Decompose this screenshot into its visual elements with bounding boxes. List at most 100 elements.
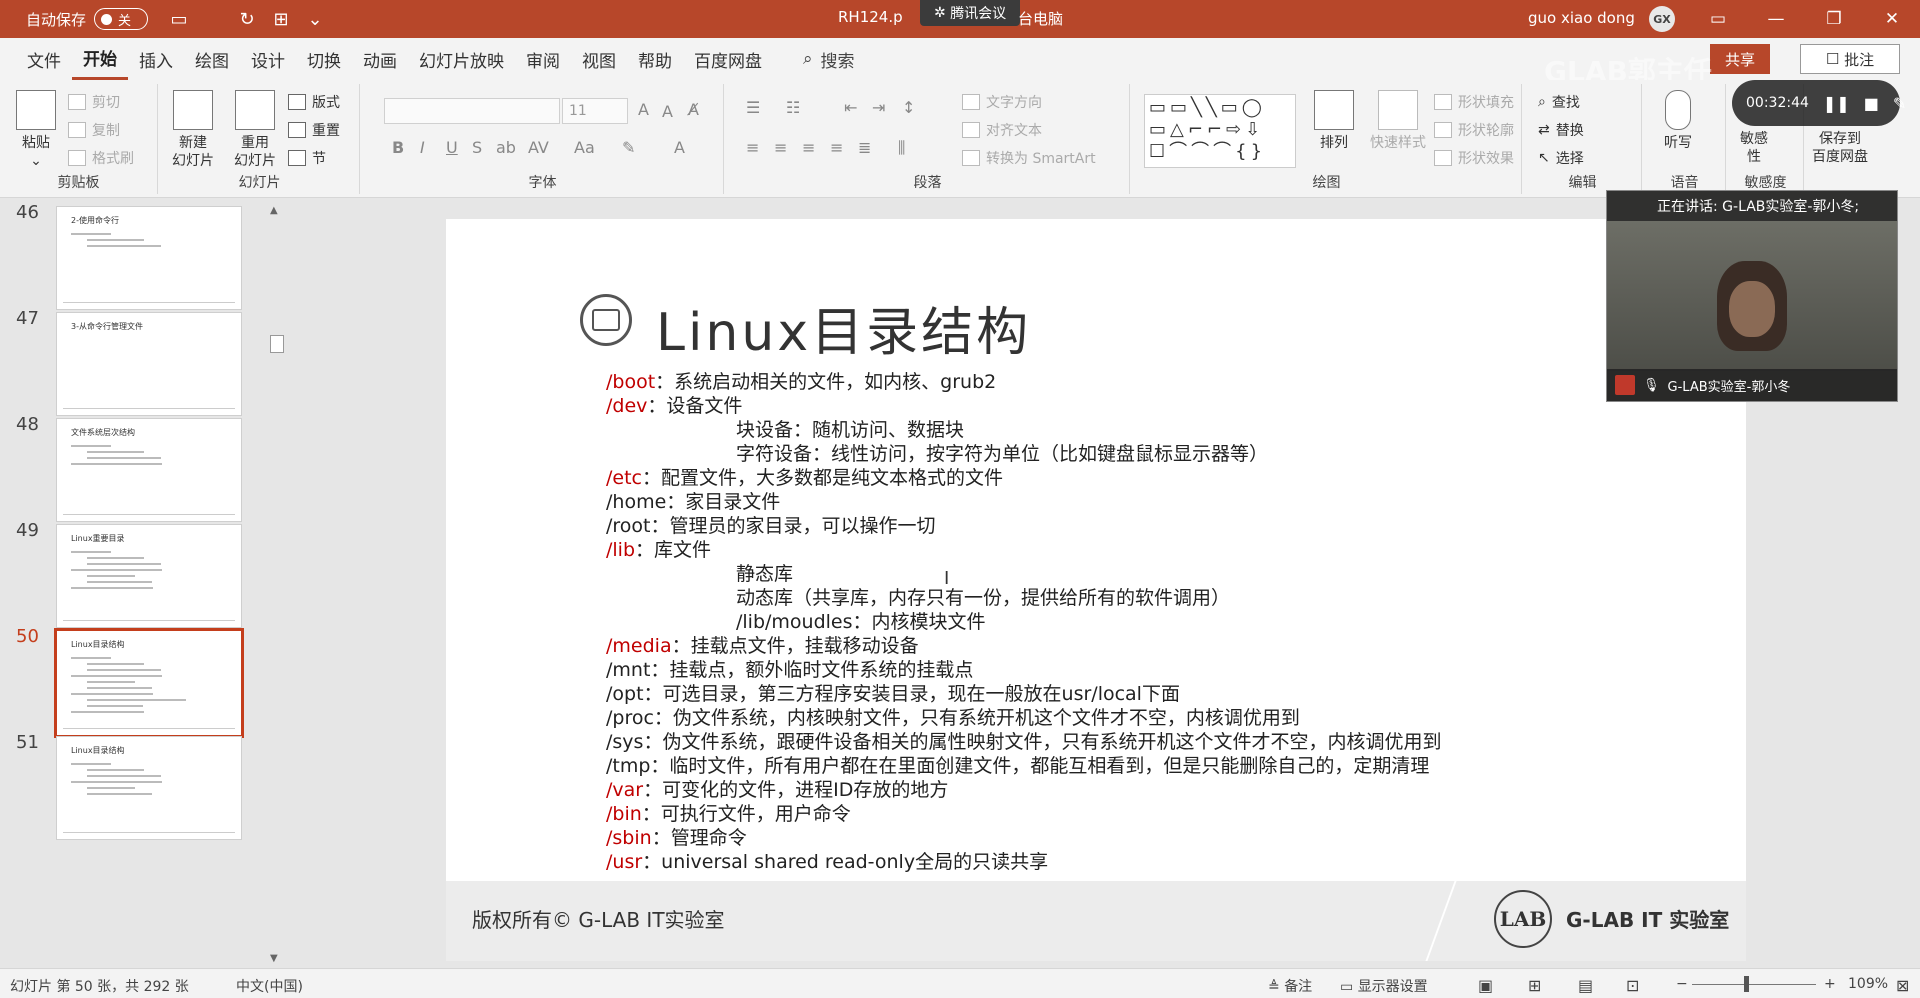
pen-icon[interactable]: ✎ — [1893, 94, 1906, 113]
redo-icon[interactable]: ↻ — [230, 4, 264, 34]
shape-effects-button[interactable]: 形状效果 — [1434, 148, 1514, 168]
new-slide-button[interactable]: 新建 幻灯片 — [172, 90, 214, 170]
slide-sorter-icon[interactable]: ⊞ — [1528, 976, 1541, 995]
replace-button[interactable]: ⇄ 替换 — [1538, 120, 1584, 140]
copy-button[interactable]: 复制 — [68, 120, 120, 140]
slide-thumbnail[interactable]: 文件系统层次结构 — [56, 418, 242, 522]
zoom-slider[interactable] — [1692, 984, 1816, 985]
pause-icon[interactable]: ❚❚ — [1823, 94, 1850, 113]
ribbon-display-icon[interactable]: ▭ — [1698, 4, 1738, 34]
tab-6[interactable]: 动画 — [352, 38, 408, 80]
meeting-popup[interactable]: ✲ 腾讯会议 — [920, 0, 1021, 26]
comment-button[interactable]: ☐ 批注 — [1800, 44, 1900, 74]
tab-0[interactable]: 文件 — [16, 38, 72, 80]
zoom-slider-thumb[interactable] — [1744, 976, 1749, 992]
italic-icon[interactable]: I — [420, 138, 425, 157]
reading-view-icon[interactable]: ▤ — [1578, 976, 1593, 995]
quick-styles-button[interactable]: 快速样式 — [1370, 90, 1426, 152]
close-icon[interactable]: ✕ — [1872, 4, 1912, 34]
zoom-in-icon[interactable]: + — [1824, 976, 1836, 992]
share-button[interactable]: 共享 — [1710, 44, 1770, 74]
justify-icon[interactable]: ≡ — [830, 138, 843, 157]
font-name-box[interactable] — [384, 98, 560, 124]
clear-format-icon[interactable]: A̸ — [688, 100, 699, 119]
tab-11[interactable]: 百度网盘 — [683, 38, 773, 80]
tab-9[interactable]: 视图 — [571, 38, 627, 80]
fit-to-window-icon[interactable]: ⊠ — [1896, 976, 1909, 995]
align-center-icon[interactable]: ≡ — [774, 138, 787, 157]
slide-content[interactable]: /boot：系统启动相关的文件，如内核、grub2/dev：设备文件 块设备：随机… — [606, 370, 1441, 874]
strikethrough-icon[interactable]: S — [472, 138, 482, 157]
customize-qat-icon[interactable]: ⌄ — [298, 4, 332, 34]
shrink-font-icon[interactable]: A — [662, 102, 673, 121]
text-direction-button[interactable]: 文字方向 — [962, 92, 1042, 112]
tab-2[interactable]: 插入 — [128, 38, 184, 80]
stop-icon[interactable]: ■ — [1864, 94, 1879, 113]
slide-thumbnail[interactable]: Linux目录结构 — [56, 736, 242, 840]
autosave-toggle[interactable]: 关 — [94, 8, 149, 30]
increase-indent-icon[interactable]: ⇥ — [872, 98, 885, 117]
user-avatar[interactable]: GX — [1649, 6, 1675, 32]
columns-icon[interactable]: ⫼ — [898, 138, 905, 158]
normal-view-icon[interactable]: ▣ — [1478, 976, 1493, 995]
layout-button[interactable]: 版式 — [288, 92, 340, 112]
tab-5[interactable]: 切换 — [296, 38, 352, 80]
numbering-icon[interactable]: ☷ — [786, 98, 800, 117]
scroll-down-icon[interactable]: ▼ — [270, 953, 278, 964]
notes-button[interactable]: ≜ 备注 — [1268, 976, 1312, 996]
cut-button[interactable]: 剪切 — [68, 92, 120, 112]
tab-1[interactable]: 开始 — [72, 38, 128, 80]
tab-10[interactable]: 帮助 — [627, 38, 683, 80]
slide-thumbnail[interactable]: 3-从命令行管理文件 — [56, 312, 242, 416]
tab-4[interactable]: 设计 — [240, 38, 296, 80]
dictate-button[interactable]: 听写 — [1664, 90, 1692, 152]
video-call-window[interactable]: 正在讲话: G-LAB实验室-郭小冬; 🎙 G-LAB实验室-郭小冬 — [1606, 190, 1898, 402]
align-right-icon[interactable]: ≡ — [802, 138, 815, 157]
smartart-button[interactable]: 转换为 SmartArt — [962, 148, 1096, 168]
underline-icon[interactable]: U — [446, 138, 458, 157]
shape-fill-button[interactable]: 形状填充 — [1434, 92, 1514, 112]
zoom-level[interactable]: 109% — [1848, 976, 1888, 992]
font-size-box[interactable]: 11 — [562, 98, 628, 124]
text-shadow-icon[interactable]: ab — [496, 138, 516, 157]
language-indicator[interactable]: 中文(中国) — [236, 976, 303, 996]
restore-icon[interactable]: ❐ — [1814, 4, 1854, 34]
search-box[interactable]: ⌕ 搜索 — [803, 47, 855, 72]
slide-title[interactable]: Linux目录结构 — [656, 290, 1031, 365]
present-icon[interactable]: ⊞ — [264, 4, 298, 34]
paste-button[interactable]: 粘贴 ⌄ — [16, 90, 56, 170]
shapes-gallery[interactable]: ▭▭╲╲▭◯ ▭△⌐⌐⇨⇩ ☐⌒⌒⌒{} — [1144, 94, 1296, 168]
sensitivity-button[interactable]: 敏感 性 — [1740, 130, 1768, 166]
tab-7[interactable]: 幻灯片放映 — [408, 38, 515, 80]
scroll-up-icon[interactable]: ▲ — [270, 205, 278, 216]
tab-8[interactable]: 审阅 — [515, 38, 571, 80]
arrange-button[interactable]: 排列 — [1314, 90, 1354, 152]
grow-font-icon[interactable]: A — [638, 100, 649, 119]
slideshow-icon[interactable]: ⊡ — [1626, 976, 1639, 995]
user-name[interactable]: guo xiao dong — [1528, 9, 1635, 27]
line-spacing-icon[interactable]: ↕ — [902, 98, 915, 117]
bold-icon[interactable]: B — [392, 138, 404, 157]
align-left-icon[interactable]: ≡ — [746, 138, 759, 157]
distribute-icon[interactable]: ≣ — [858, 138, 871, 157]
save-baidu-button[interactable]: 保存到 百度网盘 — [1812, 130, 1868, 166]
scroll-thumb[interactable] — [270, 335, 284, 353]
slide-thumbnail[interactable]: Linux重要目录 — [56, 524, 242, 628]
format-painter-button[interactable]: 格式刷 — [68, 148, 134, 168]
slide-thumbnail[interactable]: 2-使用命令行 — [56, 206, 242, 310]
reuse-slide-button[interactable]: 重用 幻灯片 — [234, 90, 276, 170]
font-color-icon[interactable]: A — [674, 138, 685, 157]
save-icon[interactable]: ▭ — [162, 4, 196, 34]
reset-button[interactable]: 重置 — [288, 120, 340, 140]
highlight-icon[interactable]: ✎ — [622, 138, 635, 157]
display-settings-button[interactable]: ▭ 显示器设置 — [1340, 976, 1428, 996]
select-button[interactable]: ↖ 选择 — [1538, 148, 1584, 168]
decrease-indent-icon[interactable]: ⇤ — [844, 98, 857, 117]
char-spacing-icon[interactable]: AV — [528, 138, 549, 157]
section-button[interactable]: 节 — [288, 148, 326, 168]
thumbnail-scrollbar[interactable]: ▲ ▼ — [268, 205, 284, 965]
slide-thumbnail[interactable]: Linux目录结构 — [54, 628, 244, 738]
shape-outline-button[interactable]: 形状轮廓 — [1434, 120, 1514, 140]
tab-3[interactable]: 绘图 — [184, 38, 240, 80]
change-case-icon[interactable]: Aa — [574, 138, 595, 157]
